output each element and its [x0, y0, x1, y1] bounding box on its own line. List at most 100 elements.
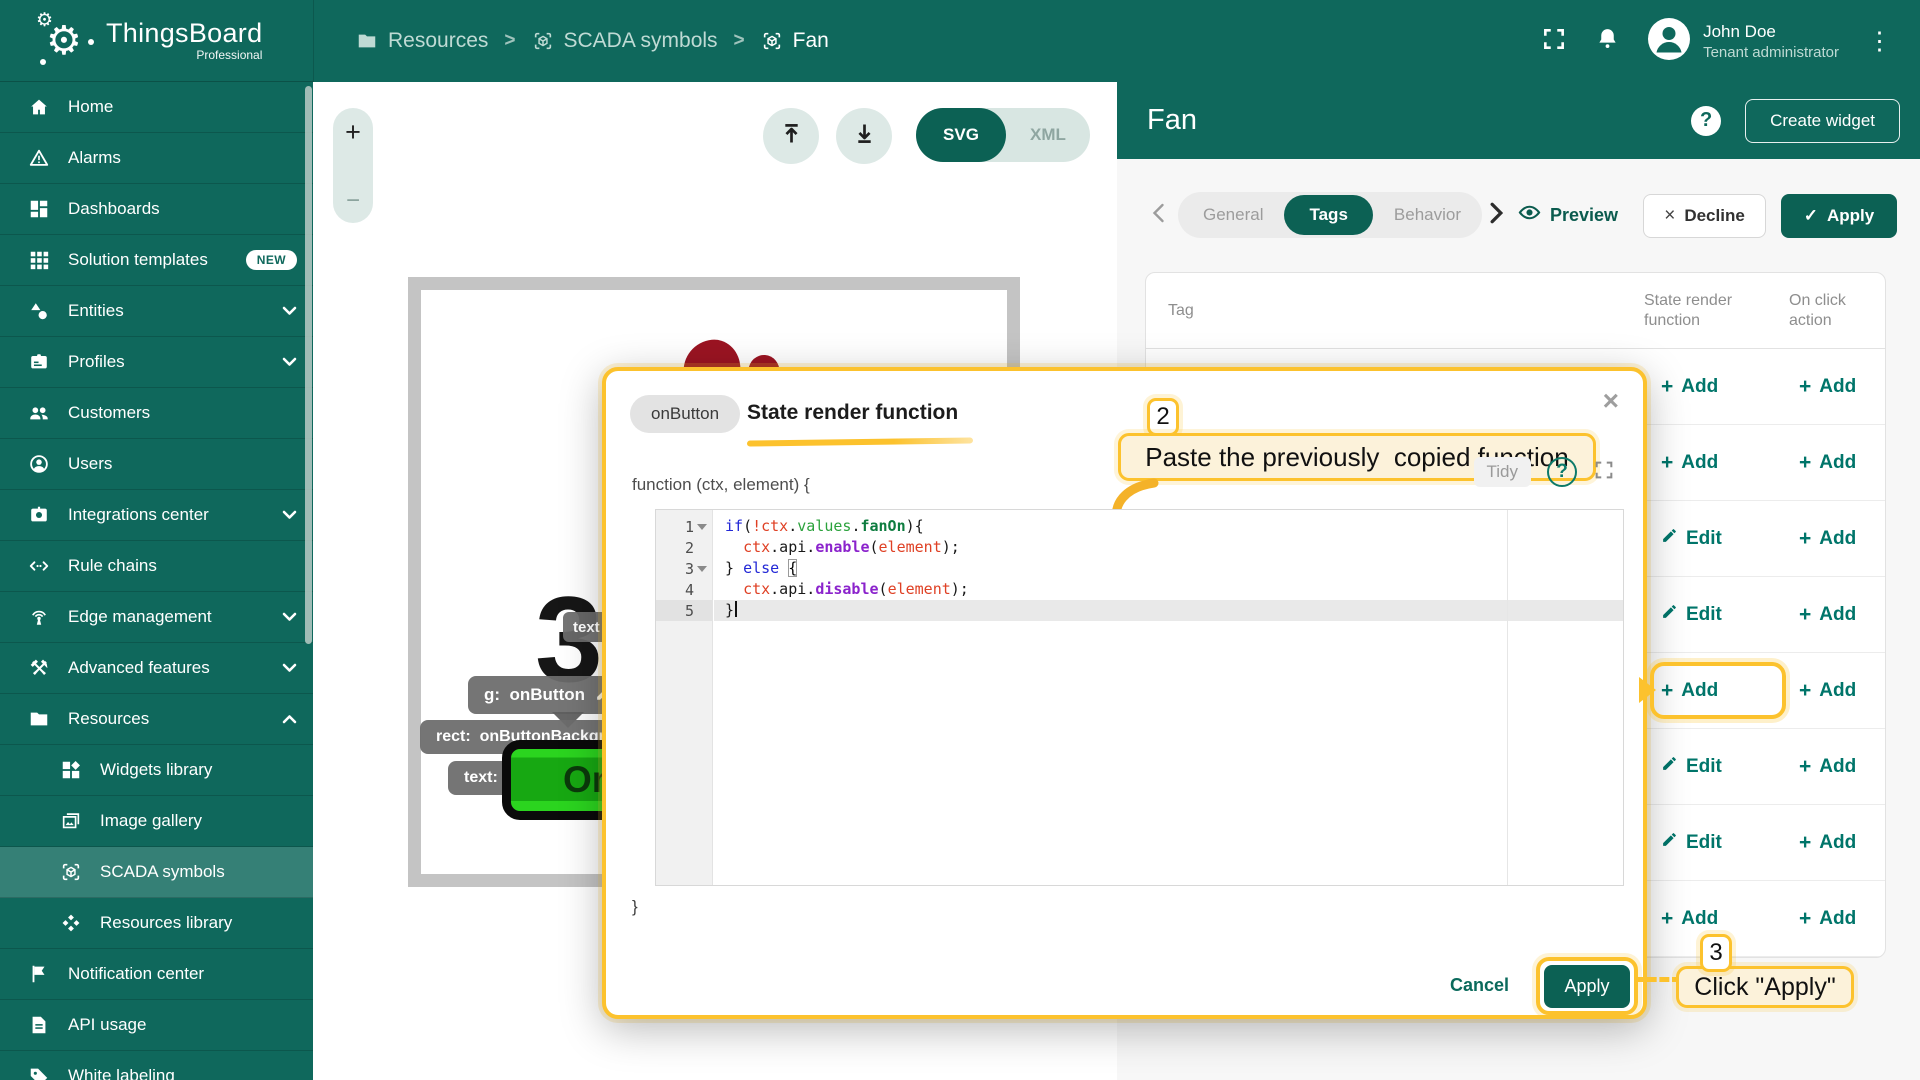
kebab-menu-icon[interactable]: ⋮ — [1867, 29, 1892, 54]
add-on-click-button-row-6[interactable]: + Add — [1799, 755, 1856, 779]
add-state-render-button-row-2[interactable]: + Add — [1661, 451, 1718, 475]
sidebar-item-solution-templates[interactable]: Solution templates NEW — [0, 235, 313, 286]
editor-code[interactable]: if(!ctx.values.fanOn){ ctx.api.enable(el… — [714, 510, 1623, 885]
code-editor[interactable]: 12345 if(!ctx.values.fanOn){ ctx.api.ena… — [655, 509, 1624, 886]
tab-general[interactable]: General — [1182, 205, 1284, 225]
sidebar-item-customers[interactable]: Customers — [0, 388, 313, 439]
user-menu[interactable]: John Doe Tenant administrator — [1648, 17, 1839, 65]
sidebar-scrollbar[interactable] — [305, 86, 312, 644]
edit-state-render-button-row-4[interactable]: Edit — [1661, 603, 1722, 626]
download-button[interactable] — [836, 108, 892, 164]
add-state-render-button-row-8[interactable]: + Add — [1661, 907, 1718, 931]
sidebar-item-integrations-center[interactable]: Integrations center — [0, 490, 313, 541]
help-icon[interactable]: ? — [1547, 457, 1577, 487]
expand-icon[interactable] — [1593, 459, 1615, 486]
sidebar-item-label: Rule chains — [68, 556, 157, 575]
sidebar-item-label: Profiles — [68, 352, 125, 371]
sidebar-item-edge-management[interactable]: Edge management — [0, 592, 313, 643]
apply-button-dialog[interactable]: Apply — [1544, 965, 1630, 1008]
gutter-line-5: 5 — [656, 600, 712, 621]
add-on-click-button-row-7[interactable]: + Add — [1799, 831, 1856, 855]
zoom-out-button[interactable]: − — [346, 189, 360, 213]
edit-state-render-button-row-6[interactable]: Edit — [1661, 755, 1722, 778]
pencil-icon — [1661, 527, 1678, 550]
tidy-button[interactable]: Tidy — [1473, 457, 1531, 487]
sidebar-item-users[interactable]: Users — [0, 439, 313, 490]
new-badge: NEW — [245, 250, 297, 270]
sidebar-nav: Home Alarms Dashboards Solution templates NE… — [0, 82, 313, 1080]
chevron-down-icon — [282, 612, 297, 622]
upload-icon — [778, 120, 805, 152]
tutorial-pointer-icon — [1639, 677, 1656, 703]
create-widget-button[interactable]: Create widget — [1745, 98, 1900, 143]
sidebar-item-api-usage[interactable]: API usage — [0, 1000, 313, 1051]
sidebar-item-white-labeling[interactable]: White labeling — [0, 1051, 313, 1080]
notifications-bell-icon[interactable] — [1595, 25, 1620, 57]
edit-state-render-button-row-7[interactable]: Edit — [1661, 831, 1722, 854]
dialog-title: State render function — [747, 401, 959, 424]
zoom-in-button[interactable]: + — [345, 119, 361, 146]
fold-caret-icon[interactable] — [697, 565, 707, 572]
sidebar-item-rule-chains[interactable]: Rule chains — [0, 541, 313, 592]
toggle-svg-option[interactable]: SVG — [916, 108, 1006, 162]
sidebar-item-advanced-features[interactable]: ⚒ Advanced features — [0, 643, 313, 694]
cancel-button[interactable]: Cancel — [1450, 975, 1509, 996]
breadcrumb-item-scada-symbols[interactable]: SCADA symbols — [532, 29, 718, 53]
fold-caret-icon[interactable] — [697, 523, 707, 530]
sidebar-item-home[interactable]: Home — [0, 82, 313, 133]
column-header-tag: Tag — [1168, 301, 1194, 319]
scada-icon — [761, 30, 783, 52]
thingsboard-app: ⚙ ⚙ ThingsBoard Professional Home Alarms D… — [0, 0, 1920, 1080]
add-on-click-button-row-8[interactable]: + Add — [1799, 907, 1856, 931]
add-on-click-button-row-2[interactable]: + Add — [1799, 451, 1856, 475]
decline-x-icon: × — [1664, 205, 1676, 226]
tutorial-step3-callout: Click "Apply" — [1676, 966, 1854, 1008]
add-state-render-button-row-1[interactable]: + Add — [1661, 375, 1718, 399]
close-icon[interactable]: × — [1603, 387, 1619, 415]
sidebar-item-widgets-library[interactable]: Widgets library — [0, 745, 313, 796]
tab-tags[interactable]: Tags — [1284, 195, 1373, 235]
sidebar-item-image-gallery[interactable]: Image gallery — [0, 796, 313, 847]
tabs-scroll-left-icon[interactable] — [1152, 203, 1165, 228]
sidebar-item-label: Solution templates — [68, 250, 208, 269]
pencil-icon — [1661, 603, 1678, 626]
sidebar-item-label: Widgets library — [100, 760, 213, 779]
sidebar-item-label: Users — [68, 454, 113, 473]
sidebar-item-label: Resources — [68, 709, 150, 728]
add-on-click-button-row-1[interactable]: + Add — [1799, 375, 1856, 399]
breadcrumb-item-fan[interactable]: Fan — [761, 29, 829, 53]
sidebar-item-scada-symbols[interactable]: SCADA symbols — [0, 847, 313, 898]
apply-button-top[interactable]: ✓ Apply — [1781, 194, 1897, 238]
decline-button[interactable]: × Decline — [1643, 194, 1766, 238]
add-on-click-button-row-3[interactable]: + Add — [1799, 527, 1856, 551]
sidebar-item-label: Alarms — [68, 148, 121, 167]
add-on-click-button-row-5[interactable]: + Add — [1799, 679, 1856, 703]
toggle-xml-option[interactable]: XML — [1006, 125, 1090, 145]
fullscreen-icon[interactable] — [1541, 26, 1567, 57]
upload-button[interactable] — [763, 108, 819, 164]
plus-icon: + — [1799, 526, 1812, 550]
sidebar-item-notification-center[interactable]: Notification center — [0, 949, 313, 1000]
tag-chip: onButton — [630, 395, 741, 433]
tab-behavior[interactable]: Behavior — [1373, 205, 1482, 225]
settings-tabs: GeneralTagsBehaviorProperties — [1178, 192, 1482, 238]
sidebar-item-resources-library[interactable]: Resources library — [0, 898, 313, 949]
plus-icon: + — [1799, 374, 1812, 398]
table-header: Tag State render function On click actio… — [1146, 273, 1885, 349]
api-icon — [27, 1014, 51, 1036]
sidebar-item-entities[interactable]: Entities — [0, 286, 313, 337]
preview-button[interactable]: Preview — [1518, 204, 1618, 226]
help-icon[interactable]: ? — [1691, 105, 1722, 136]
edit-state-render-button-row-3[interactable]: Edit — [1661, 527, 1722, 550]
add-on-click-button-row-4[interactable]: + Add — [1799, 603, 1856, 627]
code-line-5: } — [714, 600, 1623, 621]
sidebar-item-label: SCADA symbols — [100, 862, 225, 881]
sidebar-item-profiles[interactable]: Profiles — [0, 337, 313, 388]
column-header-state-render: State render function — [1644, 291, 1733, 329]
tabs-scroll-right-icon[interactable] — [1490, 202, 1504, 229]
breadcrumb-item-resources[interactable]: Resources — [356, 29, 488, 53]
sidebar-item-dashboards[interactable]: Dashboards — [0, 184, 313, 235]
sidebar-item-alarms[interactable]: Alarms — [0, 133, 313, 184]
sidebar-item-resources[interactable]: Resources — [0, 694, 313, 745]
thingsboard-logo[interactable]: ⚙ ⚙ ThingsBoard Professional — [0, 0, 313, 82]
